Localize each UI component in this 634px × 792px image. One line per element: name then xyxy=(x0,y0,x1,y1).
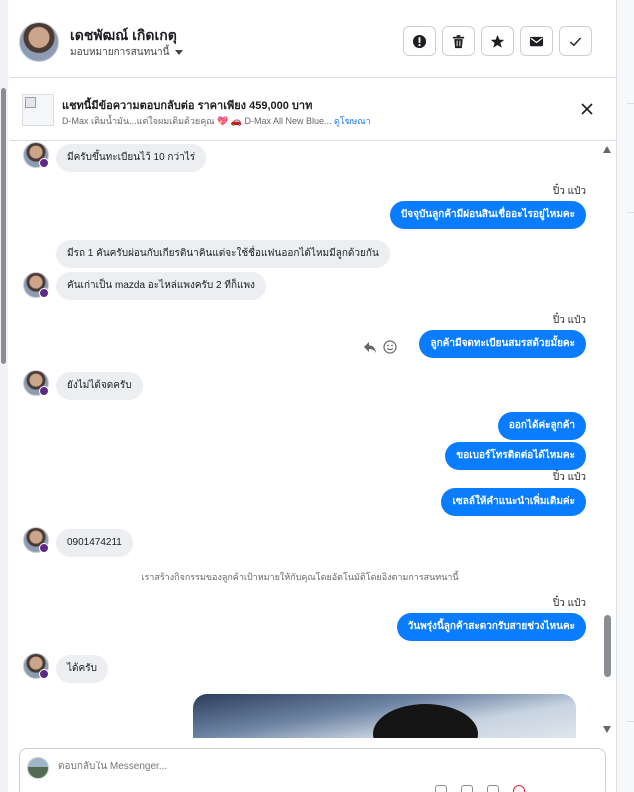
contact-avatar[interactable] xyxy=(19,22,59,62)
incoming-message[interactable]: มีรถ 1 คันครับผ่อนกับเกียรตินาคินแต่จะใช… xyxy=(56,240,390,268)
outgoing-message[interactable]: เซลล์ให้คำแนะนำเพิ่มเติมค่ะ xyxy=(441,488,586,516)
message-thread[interactable]: มีครับขึ้นทะเบียนไว้ 10 กว่าไร่ ปิ๋ว แป๋… xyxy=(10,142,616,738)
delete-button[interactable] xyxy=(442,26,475,56)
scroll-up-arrow-icon[interactable] xyxy=(603,146,611,153)
exclamation-circle-icon xyxy=(412,34,427,48)
incoming-message[interactable]: มีครับขึ้นทะเบียนไว้ 10 กว่าไร่ xyxy=(56,144,207,172)
sender-name: ปิ๋ว แป๋ว xyxy=(552,472,586,483)
left-scrollbar-thumb[interactable] xyxy=(1,88,6,364)
reply-icon[interactable] xyxy=(363,340,377,354)
page-avatar xyxy=(27,757,49,779)
image-icon[interactable] xyxy=(461,785,473,792)
contact-name[interactable]: เดชพัฒณ์ เกิดเกตุ xyxy=(70,25,177,47)
thread-scrollbar-thumb[interactable] xyxy=(604,615,611,677)
outgoing-message[interactable]: ออกได้ค่ะลูกค้า xyxy=(497,412,586,440)
right-side-panel xyxy=(616,0,634,792)
contact-avatar-small[interactable] xyxy=(23,272,49,298)
assign-conversation-dropdown[interactable]: มอบหมายการสนทนานี้ xyxy=(70,45,184,60)
outgoing-message[interactable]: ลูกค้ามีจดทะเบียนสมรสด้วยมั้ยคะ xyxy=(419,330,586,358)
attach-icon[interactable] xyxy=(435,785,447,792)
left-scrollbar[interactable] xyxy=(0,0,8,792)
contact-avatar-small[interactable] xyxy=(23,653,49,679)
ad-thumbnail xyxy=(22,94,54,126)
sender-name: ปิ๋ว แป๋ว xyxy=(552,598,586,609)
close-icon[interactable] xyxy=(580,102,594,116)
outgoing-message[interactable]: วันพรุ่งนี้ลูกค้าสะดวกรับสายช่วงไหนคะ xyxy=(396,613,586,641)
contact-avatar-small[interactable] xyxy=(23,370,49,396)
outgoing-message[interactable]: ปัจจุบันลูกค้ามีผ่อนสินเชื่ออะไรอยู่ไหมค… xyxy=(389,201,586,229)
incoming-message[interactable]: คันเก่าเป็น mazda อะไหล่แพงครับ 2 ทีก็แพ… xyxy=(56,272,266,300)
scroll-down-arrow-icon[interactable] xyxy=(603,726,611,733)
star-button[interactable] xyxy=(481,26,514,56)
ad-banner-subtitle: D-Max เติมน้ำมัน...แต่ใจผมเติมด้วยคุณ 💖 … xyxy=(62,114,371,128)
like-icon[interactable] xyxy=(513,785,525,792)
composer-tools xyxy=(435,785,525,792)
sender-name: ปิ๋ว แป๋ว xyxy=(552,315,586,326)
outgoing-message[interactable]: ขอเบอร์โทรติดต่อได้ไหมคะ xyxy=(445,442,586,470)
message-actions xyxy=(363,340,397,354)
incoming-message[interactable]: ได้ครับ xyxy=(56,655,108,683)
trash-icon xyxy=(452,34,465,48)
assign-label: มอบหมายการสนทนานี้ xyxy=(70,47,170,58)
ad-reply-banner: แชทนี้มีข้อความตอบกลับต่อ ราคาเพียง 459,… xyxy=(10,79,616,141)
reply-composer xyxy=(19,748,606,792)
conversation-header: เดชพัฒณ์ เกิดเกตุ มอบหมายการสนทนานี้ xyxy=(10,0,616,78)
check-icon xyxy=(569,36,582,46)
ad-banner-text: D-Max เติมน้ำมัน...แต่ใจผมเติมด้วยคุณ 💖 … xyxy=(62,116,332,126)
brand-logo-image xyxy=(373,704,478,738)
sender-name: ปิ๋ว แป๋ว xyxy=(552,186,586,197)
header-actions xyxy=(403,26,592,56)
caret-down-icon xyxy=(175,50,184,55)
contact-avatar-small[interactable] xyxy=(23,527,49,553)
system-note: เราสร้างกิจกรรมของลูกค้าเป้าหมายให้กับคุ… xyxy=(141,572,459,582)
conversation-panel: เดชพัฒณ์ เกิดเกตุ มอบหมายการสนทนานี้ แชท… xyxy=(10,0,616,792)
reply-input[interactable] xyxy=(58,761,578,772)
view-ad-link[interactable]: ดูโฆษณา xyxy=(334,116,371,126)
mark-done-button[interactable] xyxy=(559,26,592,56)
incoming-message[interactable]: 0901474211 xyxy=(56,529,133,557)
mark-spam-button[interactable] xyxy=(403,26,436,56)
emoji-icon[interactable] xyxy=(487,785,499,792)
ad-banner-title: แชทนี้มีข้อความตอบกลับต่อ ราคาเพียง 459,… xyxy=(62,100,313,112)
envelope-icon xyxy=(529,36,544,46)
star-icon xyxy=(490,34,505,48)
contact-avatar-small[interactable] xyxy=(23,142,49,168)
incoming-message[interactable]: ยังไม่ได้จดครับ xyxy=(56,372,143,400)
image-attachment[interactable] xyxy=(193,694,576,738)
emoji-reaction-icon[interactable] xyxy=(383,340,397,354)
mark-unread-button[interactable] xyxy=(520,26,553,56)
